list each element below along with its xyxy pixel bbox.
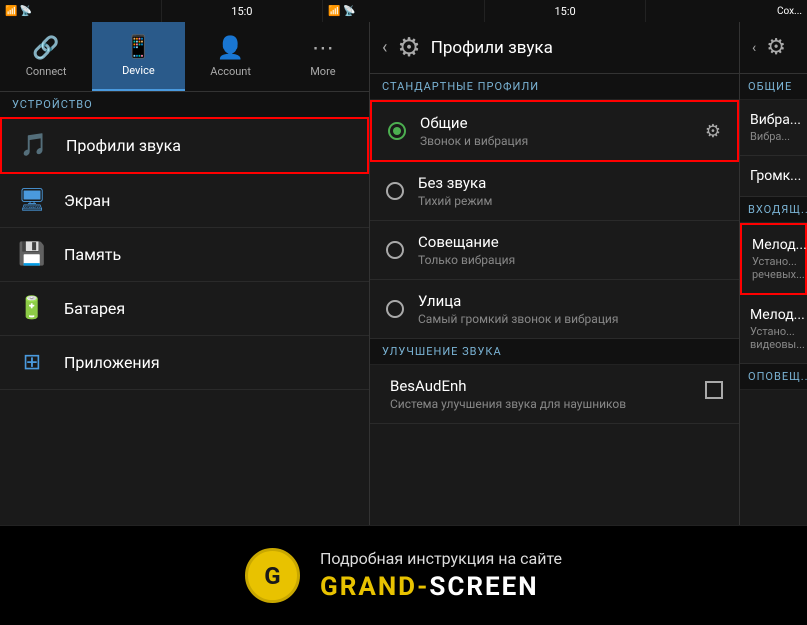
panel3-vibra1[interactable]: Вибра... Вибра...: [740, 100, 807, 156]
radio-general: [388, 122, 406, 140]
g-logo: G: [245, 548, 300, 603]
apps-label: Приложения: [64, 353, 160, 372]
battery-icon: 🔋: [16, 296, 48, 321]
panel3-general-section: ОБЩИЕ: [740, 74, 807, 100]
profile-general[interactable]: Общие Звонок и вибрация ⚙: [370, 100, 739, 162]
profile-street[interactable]: Улица Самый громкий звонок и вибрация: [370, 280, 739, 339]
sound-profiles-panel: ‹ ⚙ Профили звука СТАНДАРТНЫЕ ПРОФИЛИ Об…: [370, 22, 740, 525]
panel3-header-icon: ⚙: [766, 35, 786, 60]
melody1-name: Мелод...: [752, 237, 795, 253]
bottom-banner: G Подробная инструкция на сайте GRAND-SC…: [0, 525, 807, 625]
standard-section-header: СТАНДАРТНЫЕ ПРОФИЛИ: [370, 74, 739, 100]
profile-meeting-sub: Только вибрация: [418, 253, 723, 267]
general-gear-icon[interactable]: ⚙: [705, 121, 721, 142]
radio-street: [386, 300, 404, 318]
profile-meeting-name: Совещание: [418, 233, 723, 251]
profile-street-sub: Самый громкий звонок и вибрация: [418, 312, 723, 326]
panel3-notify-section: ОПОВЕЩ...: [740, 364, 807, 390]
panel3-melody2[interactable]: Мелод... Устано... видеовы...: [740, 295, 807, 364]
besaudenh-item[interactable]: BesAudEnh Система улучшения звука для на…: [370, 365, 739, 424]
panel3-volume[interactable]: Громк...: [740, 156, 807, 197]
panel2-title: Профили звука: [431, 38, 553, 58]
sound-profile-icon: ⚙: [397, 33, 420, 63]
tab-device-label: Device: [122, 64, 155, 77]
status-bar-right: Сох...: [646, 0, 807, 22]
tab-connect-label: Connect: [26, 65, 67, 78]
connect-icon: 🔗: [32, 36, 59, 61]
screen-icon: 🖥: [16, 188, 48, 213]
profile-general-name: Общие: [420, 114, 691, 132]
profile-street-name: Улица: [418, 292, 723, 310]
tab-account-label: Account: [210, 65, 251, 78]
tab-more[interactable]: ⋯ More: [277, 22, 369, 91]
bes-name: BesAudEnh: [390, 377, 695, 395]
profile-silent-sub: Тихий режим: [418, 194, 723, 208]
status-bar-left-1: 📶 📡: [0, 0, 162, 22]
memory-label: Память: [64, 245, 121, 264]
profile-general-text: Общие Звонок и вибрация: [420, 114, 691, 148]
bes-checkbox[interactable]: [705, 381, 723, 399]
melody2-name: Мелод...: [750, 307, 797, 323]
more-icon: ⋯: [312, 36, 334, 61]
device-icon: 📱: [125, 35, 152, 60]
enhance-section-header: УЛУЧШЕНИЕ ЗВУКА: [370, 339, 739, 365]
sound-label: Профили звука: [66, 136, 181, 155]
panel3-back-arrow[interactable]: ‹: [752, 40, 756, 56]
melody2-sub: Устано... видеовы...: [750, 325, 797, 351]
battery-label: Батарея: [64, 299, 125, 318]
menu-memory[interactable]: 💾 Память: [0, 228, 369, 282]
panel2-header: ‹ ⚙ Профили звука: [370, 22, 739, 74]
banner-text-block: Подробная инструкция на сайте GRAND-SCRE…: [320, 549, 562, 602]
tab-more-label: More: [310, 65, 335, 78]
volume-name: Громк...: [750, 168, 797, 184]
vibra1-sub: Вибра...: [750, 130, 797, 143]
tab-bar: 🔗 Connect 📱 Device 👤 Account ⋯ More: [0, 22, 369, 92]
banner-prefix: GRAND-: [320, 572, 429, 602]
profile-meeting-text: Совещание Только вибрация: [418, 233, 723, 267]
menu-apps[interactable]: ⊞ Приложения: [0, 336, 369, 390]
panel3-incoming-section: ВХОДЯЩ...: [740, 197, 807, 223]
banner-line2: GRAND-SCREEN: [320, 572, 562, 602]
profile-meeting[interactable]: Совещание Только вибрация: [370, 221, 739, 280]
profile-silent[interactable]: Без звука Тихий режим: [370, 162, 739, 221]
time-display: 15:0: [231, 5, 252, 18]
vibra1-name: Вибра...: [750, 112, 797, 128]
account-icon: 👤: [217, 36, 244, 61]
panel3-header: ‹ ⚙: [740, 22, 807, 74]
back-button[interactable]: ‹: [382, 37, 387, 58]
radio-silent: [386, 182, 404, 200]
bes-text: BesAudEnh Система улучшения звука для на…: [386, 377, 695, 411]
screen-label: Экран: [64, 191, 110, 210]
profile-street-text: Улица Самый громкий звонок и вибрация: [418, 292, 723, 326]
radio-meeting: [386, 241, 404, 259]
menu-screen[interactable]: 🖥 Экран: [0, 174, 369, 228]
device-section-header: УСТРОЙСТВО: [0, 92, 369, 117]
time-display-2: 15:0: [554, 5, 575, 18]
status-bar-left-2: 📶 📡: [323, 0, 485, 22]
status-bar-center-2: 15:0: [485, 0, 647, 22]
status-bar-center-1: 15:0: [162, 0, 324, 22]
memory-icon: 💾: [16, 242, 48, 267]
melody1-sub: Устано... речевых...: [752, 255, 795, 281]
tab-account[interactable]: 👤 Account: [185, 22, 277, 91]
vibration-panel: ‹ ⚙ ОБЩИЕ Вибра... Вибра... Громк... ВХО…: [740, 22, 807, 525]
menu-sound-profiles[interactable]: 🎵 Профили звука: [0, 117, 369, 174]
tab-connect[interactable]: 🔗 Connect: [0, 22, 92, 91]
menu-battery[interactable]: 🔋 Батарея: [0, 282, 369, 336]
profile-silent-text: Без звука Тихий режим: [418, 174, 723, 208]
banner-line1: Подробная инструкция на сайте: [320, 549, 562, 568]
sound-icon: 🎵: [18, 133, 50, 158]
panel3-melody1[interactable]: Мелод... Устано... речевых...: [740, 223, 807, 295]
device-panel: 🔗 Connect 📱 Device 👤 Account ⋯ More УСТР…: [0, 22, 370, 525]
tab-device[interactable]: 📱 Device: [92, 22, 184, 91]
apps-icon: ⊞: [16, 350, 48, 375]
bes-sub: Система улучшения звука для наушников: [390, 397, 695, 411]
profile-general-sub: Звонок и вибрация: [420, 134, 691, 148]
banner-suffix: SCREEN: [429, 572, 538, 602]
profile-silent-name: Без звука: [418, 174, 723, 192]
